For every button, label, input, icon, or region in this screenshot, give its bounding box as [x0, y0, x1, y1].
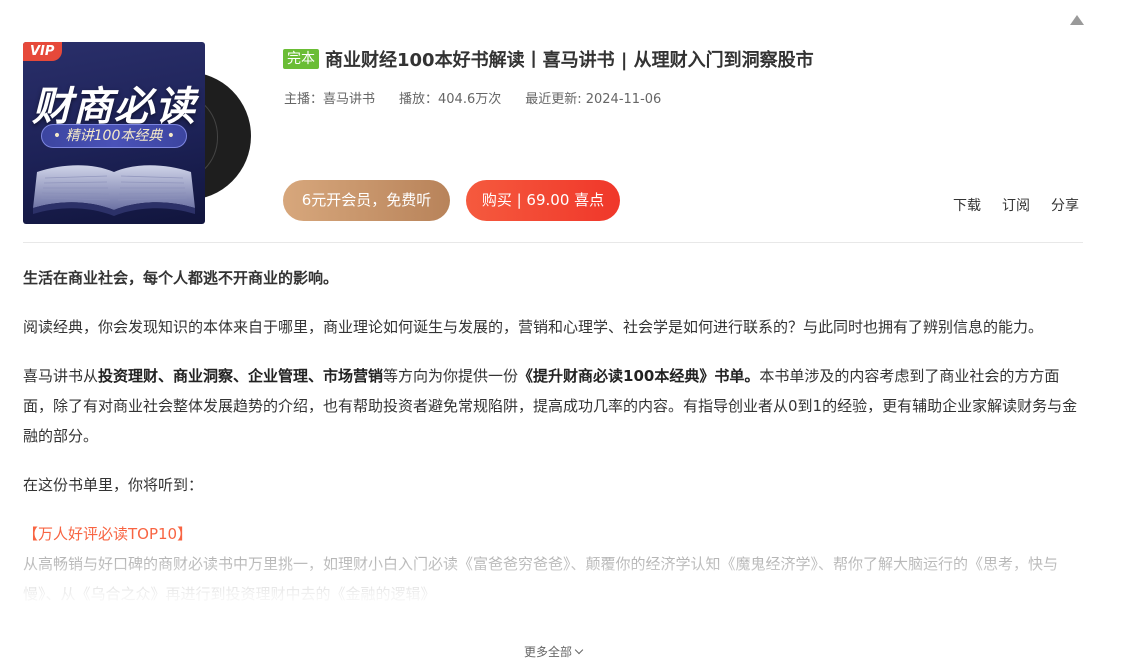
vip-badge: VIP — [23, 42, 63, 61]
collapse-arrow-icon[interactable] — [1070, 15, 1084, 25]
status-badge: 完本 — [283, 49, 319, 69]
description-lead: 生活在商业社会，每个人都逃不开商业的影响。 — [23, 269, 339, 287]
fade-overlay — [0, 560, 1136, 640]
section-title-top10: 【万人好评必读TOP10】 — [23, 525, 193, 543]
paragraph-2-highlight-topics: 投资理财、商业洞察、企业管理、市场营销 — [98, 367, 384, 385]
paragraph-2-highlight-booklist: 《提升财商必读100本经典》书单。 — [518, 367, 760, 385]
album-meta: 主播：喜马讲书 播放：404.6万次 最近更新: 2024-11-06 — [284, 88, 685, 107]
cover-subtitle: • 精讲100本经典 • — [41, 124, 187, 148]
buy-button[interactable]: 购买 | 69.00 喜点 — [466, 180, 620, 221]
last-updated: 最近更新: 2024-11-06 — [525, 92, 662, 107]
description-paragraph-1: 阅读经典，你会发现知识的本体来自于哪里，商业理论如何诞生与发展的，营销和心理学、… — [23, 318, 1044, 336]
description-paragraph-3: 在这份书单里，你将听到： — [23, 476, 204, 494]
description-paragraph-2: 喜马讲书从投资理财、商业洞察、企业管理、市场营销等方向为你提供一份《提升财商必读… — [23, 361, 1085, 451]
album-title: 商业财经100本好书解读丨喜马讲书 | 从理财入门到洞察股市 — [325, 50, 814, 71]
download-button[interactable]: 下载 — [953, 195, 981, 215]
show-more-button[interactable]: 更多全部 — [0, 643, 1106, 660]
subscribe-button[interactable]: 订阅 — [1002, 195, 1030, 215]
open-book-icon — [33, 165, 195, 216]
share-button[interactable]: 分享 — [1051, 195, 1079, 215]
album-actions: 下载 订阅 分享 — [953, 195, 1100, 215]
chevron-down-icon — [574, 645, 584, 655]
play-count: 播放：404.6万次 — [399, 92, 502, 107]
paragraph-2-part-a: 喜马讲书从 — [23, 367, 99, 385]
album-title-line: 完本 商业财经100本好书解读丨喜马讲书 | 从理财入门到洞察股市 — [283, 46, 814, 72]
vip-membership-button[interactable]: 6元开会员，免费听 — [283, 180, 450, 221]
host-label[interactable]: 主播：喜马讲书 — [284, 88, 375, 107]
show-more-label: 更多全部 — [523, 645, 572, 659]
album-cover[interactable]: VIP 财商必读 • 精讲100本经典 • — [23, 42, 251, 224]
cover-image: VIP 财商必读 • 精讲100本经典 • — [23, 42, 205, 224]
album-description: 生活在商业社会，每个人都逃不开商业的影响。 阅读经典，你会发现知识的本体来自于哪… — [23, 263, 1085, 609]
paragraph-2-part-c: 等方向为你提供一份 — [383, 367, 519, 385]
divider — [23, 242, 1083, 243]
